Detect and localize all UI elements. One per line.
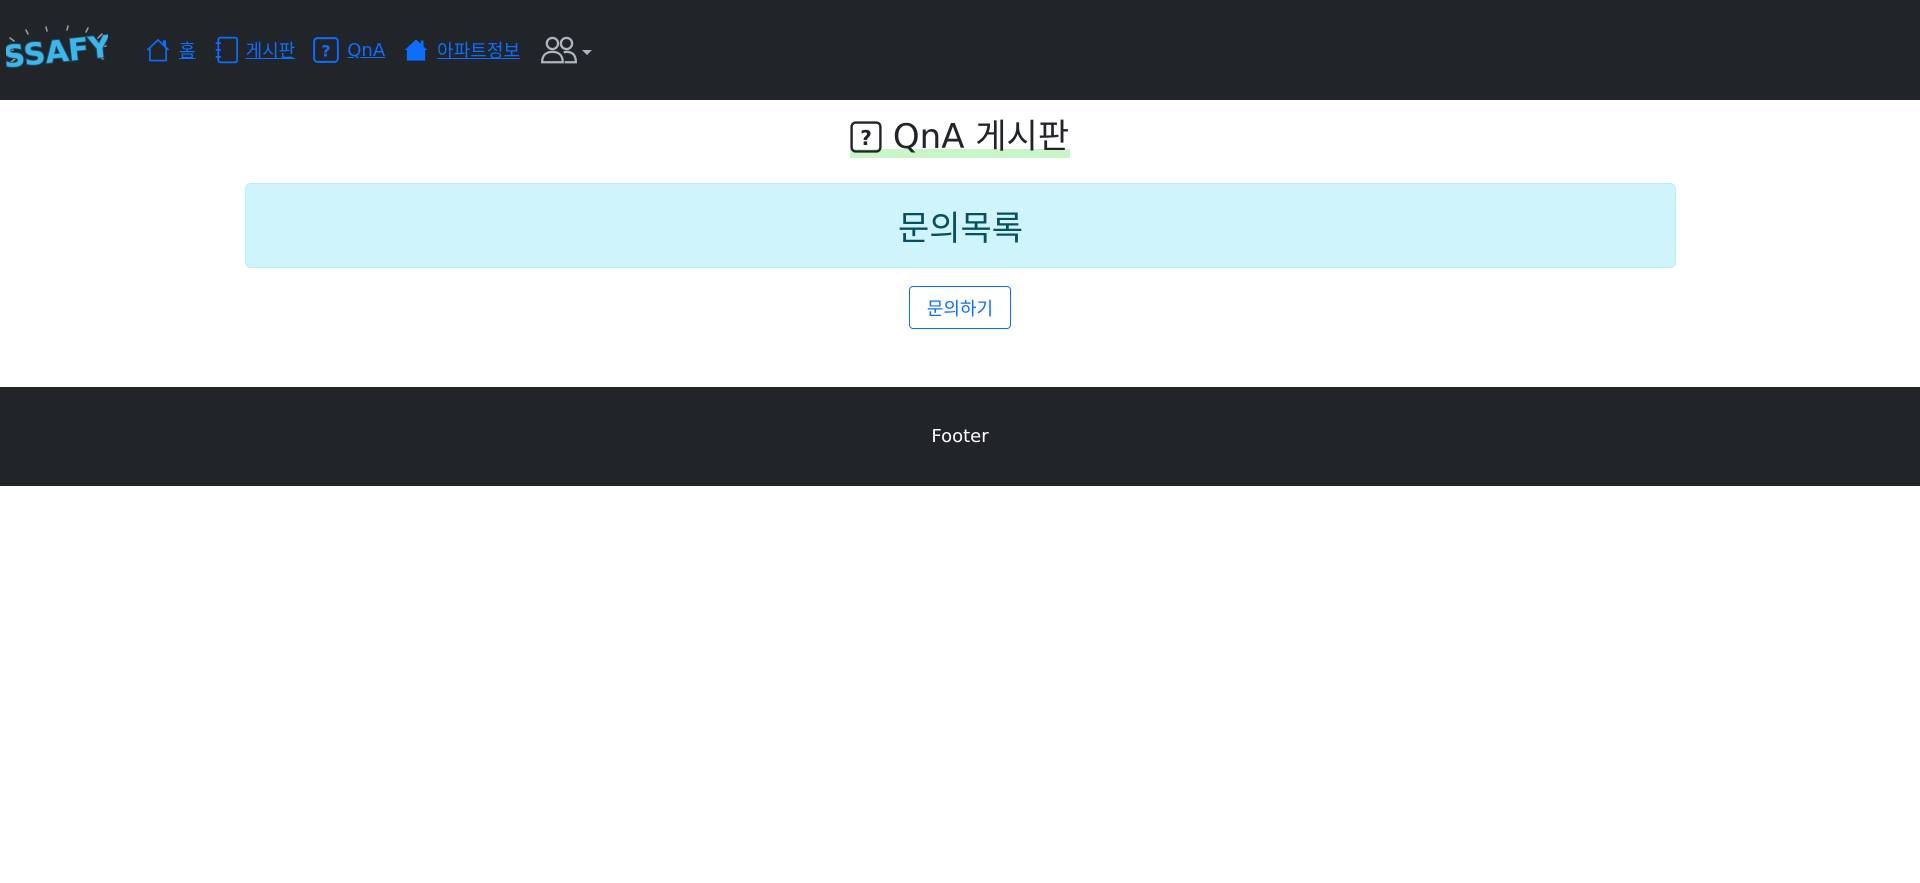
chevron-down-icon	[581, 49, 592, 55]
house-icon	[146, 39, 170, 62]
svg-text:?: ?	[322, 42, 331, 61]
people-icon	[540, 36, 577, 64]
logo-link[interactable]: SSAFY	[6, 24, 145, 76]
top-navbar: SSAFY 홈 게시판 ? QnA 아파트정보	[0, 0, 1920, 100]
nav-link-qna-label: QnA	[347, 39, 386, 61]
nav-link-board-label: 게시판	[245, 41, 296, 62]
user-menu-dropdown[interactable]	[540, 35, 592, 65]
nav-link-qna[interactable]: ? QnA	[313, 37, 385, 63]
nav-link-home-label: 홈	[179, 41, 196, 62]
house-fill-icon	[404, 39, 428, 61]
nav-link-board[interactable]: 게시판	[214, 36, 296, 64]
question-square-icon: ?	[313, 37, 340, 63]
main-content: ? QnA 게시판 문의목록 문의하기	[0, 100, 1920, 387]
nav-link-home[interactable]: 홈	[145, 37, 196, 63]
nav-link-apartment-label: 아파트정보	[437, 41, 520, 62]
page-title: ? QnA 게시판	[0, 116, 1920, 163]
inquiry-list-banner: 문의목록	[245, 183, 1676, 268]
page-title-highlight: ? QnA 게시판	[849, 116, 1071, 158]
ask-question-button[interactable]: 문의하기	[909, 286, 1011, 329]
question-square-icon: ?	[850, 121, 882, 153]
inquiry-list-heading: 문의목록	[897, 209, 1024, 249]
footer-text: Footer	[931, 426, 989, 447]
svg-text:?: ?	[860, 126, 872, 150]
nav-link-apartment[interactable]: 아파트정보	[403, 37, 520, 63]
journal-icon	[215, 36, 238, 64]
logo-text: SSAFY	[6, 29, 108, 75]
page-footer: Footer	[0, 387, 1920, 486]
ssafy-logo: SSAFY	[6, 25, 108, 76]
page-title-text: QnA 게시판	[892, 117, 1070, 157]
